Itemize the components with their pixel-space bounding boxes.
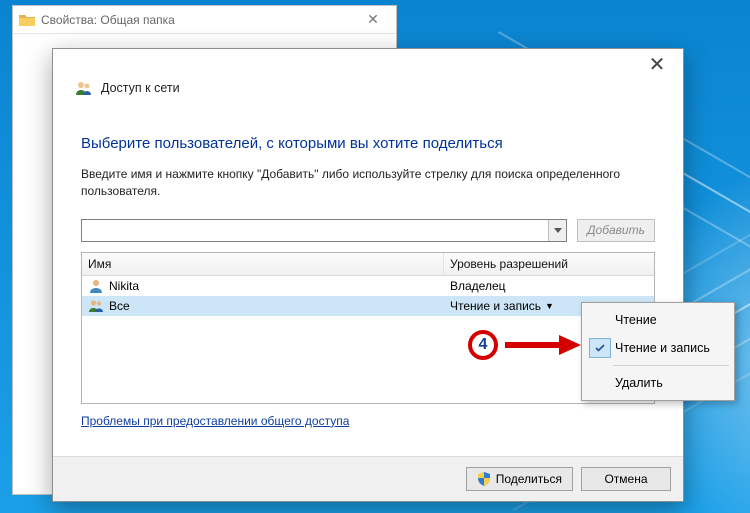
share-button[interactable]: Поделиться bbox=[466, 467, 573, 491]
cancel-button[interactable]: Отмена bbox=[581, 467, 671, 491]
user-name-combo[interactable] bbox=[81, 219, 567, 242]
checkmark-icon bbox=[589, 338, 611, 358]
properties-title: Свойства: Общая папка bbox=[41, 13, 175, 27]
network-access-dialog: ✕ Доступ к сети Выберите пользователей, … bbox=[52, 48, 684, 502]
column-permission[interactable]: Уровень разрешений bbox=[444, 253, 654, 275]
close-icon[interactable]: ✕ bbox=[639, 55, 675, 75]
share-list: Имя Уровень разрешений Nikita Владелец bbox=[81, 252, 655, 404]
list-row[interactable]: Все Чтение и запись ▼ bbox=[82, 296, 654, 316]
dialog-title: Доступ к сети bbox=[101, 81, 180, 95]
list-header: Имя Уровень разрешений bbox=[82, 253, 654, 276]
menu-item-label: Чтение bbox=[615, 313, 657, 327]
menu-item-remove[interactable]: Удалить bbox=[585, 369, 731, 397]
annotation-number: 4 bbox=[479, 336, 488, 354]
instruction-text: Введите имя и нажмите кнопку "Добавить" … bbox=[81, 166, 655, 201]
check-slot bbox=[589, 373, 611, 393]
permission-context-menu: Чтение Чтение и запись Удалить bbox=[581, 302, 735, 401]
user-name-input[interactable] bbox=[82, 220, 548, 241]
add-button: Добавить bbox=[577, 219, 655, 242]
list-row[interactable]: Nikita Владелец bbox=[82, 276, 654, 296]
shield-icon bbox=[477, 472, 491, 486]
column-name[interactable]: Имя bbox=[82, 253, 444, 275]
row-name: Все bbox=[109, 299, 130, 313]
row-permission: Владелец bbox=[450, 279, 506, 293]
share-button-label: Поделиться bbox=[496, 472, 562, 486]
chevron-down-icon[interactable] bbox=[548, 220, 566, 241]
row-permission: Чтение и запись bbox=[450, 299, 541, 313]
troubleshoot-link[interactable]: Проблемы при предоставлении общего досту… bbox=[81, 414, 349, 428]
menu-item-read[interactable]: Чтение bbox=[585, 306, 731, 334]
chevron-down-icon[interactable]: ▼ bbox=[545, 301, 554, 311]
folder-icon bbox=[19, 13, 35, 26]
users-group-icon bbox=[88, 298, 104, 314]
menu-item-label: Удалить bbox=[615, 376, 663, 390]
cancel-button-label: Отмена bbox=[604, 472, 647, 486]
menu-separator bbox=[613, 365, 729, 366]
row-name: Nikita bbox=[109, 279, 139, 293]
annotation-arrow bbox=[505, 335, 581, 355]
share-users-icon bbox=[75, 79, 93, 97]
menu-item-label: Чтение и запись bbox=[615, 341, 710, 355]
close-icon[interactable]: ✕ bbox=[356, 11, 390, 28]
page-heading: Выберите пользователей, с которыми вы хо… bbox=[81, 135, 655, 152]
dialog-footer: Поделиться Отмена bbox=[53, 456, 683, 501]
properties-titlebar: Свойства: Общая папка ✕ bbox=[13, 6, 396, 34]
check-slot bbox=[589, 310, 611, 330]
user-icon bbox=[88, 278, 104, 294]
menu-item-readwrite[interactable]: Чтение и запись bbox=[585, 334, 731, 362]
annotation-circle: 4 bbox=[468, 330, 498, 360]
